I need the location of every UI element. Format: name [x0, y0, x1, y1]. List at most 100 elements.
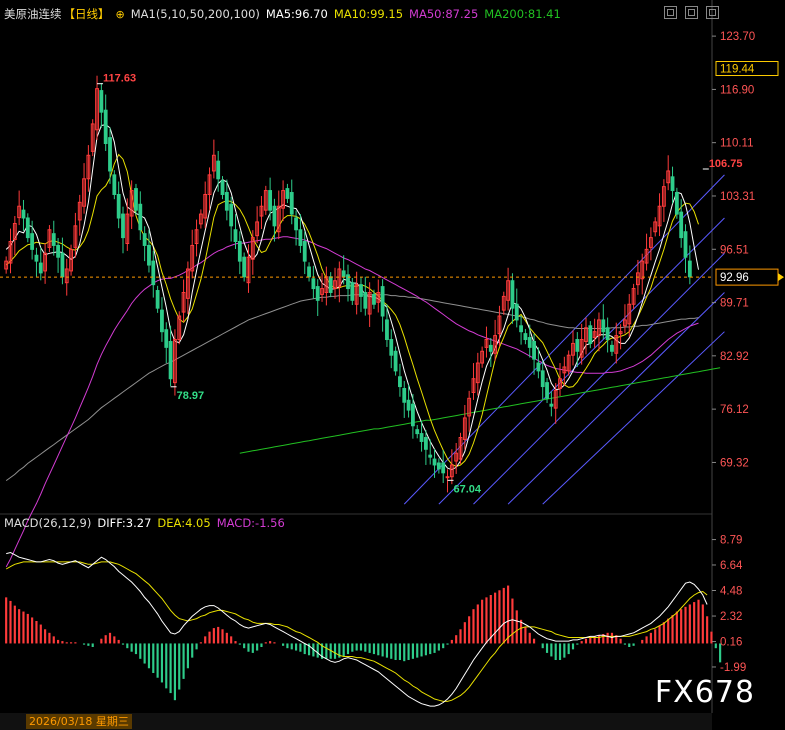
ma10-value: MA10:99.15	[333, 7, 404, 21]
candle-down	[302, 241, 307, 262]
ma200-value: MA200:81.41	[484, 7, 561, 21]
price-chart[interactable]: 117.63 78.97 67.04 106.75 123.70 116.90 110.1…	[0, 0, 785, 730]
candle-down	[601, 319, 606, 333]
candle-down	[34, 254, 39, 262]
candle-down	[410, 403, 415, 427]
window-buttons	[664, 6, 719, 19]
annotation-high1: 117.63	[103, 73, 136, 85]
period-label[interactable]: 【日线】	[64, 6, 110, 22]
candle-down	[687, 260, 692, 278]
candle-down	[385, 319, 389, 341]
price-tick-label: 76.12	[720, 404, 749, 416]
candle-down	[307, 266, 311, 278]
candle-down	[164, 329, 169, 348]
candle-down	[233, 229, 238, 243]
candle-down	[294, 217, 298, 231]
candle-down	[588, 325, 593, 344]
price-tick-label: 123.70	[720, 31, 755, 43]
candle-down	[30, 233, 35, 250]
macd-tick-label: 8.79	[720, 535, 742, 547]
price-tick-label: 82.92	[720, 351, 749, 363]
fullscreen-icon[interactable]	[685, 6, 698, 19]
annotation-low1: 78.97	[177, 390, 205, 402]
candle-down	[272, 205, 277, 227]
candle-down	[575, 339, 580, 352]
dea-line	[5, 561, 708, 702]
macd-header: MACD(26,12,9) DIFF:3.27 DEA:4.05 MACD:-1…	[4, 516, 285, 530]
candle-down	[116, 193, 121, 219]
ma200-line	[239, 367, 721, 454]
candle-down	[99, 90, 104, 113]
candle-down	[674, 192, 679, 215]
candle-down	[25, 217, 30, 239]
candle-down	[21, 209, 26, 219]
candle-down	[510, 280, 515, 309]
macd-tick-label: -1.99	[720, 662, 746, 674]
candle-down	[359, 284, 363, 297]
candle-down	[610, 344, 614, 352]
macd-label[interactable]: MACD(26,12,9)	[4, 516, 91, 530]
settings-icon[interactable]: ⊕	[116, 8, 125, 21]
candle-down	[298, 229, 303, 246]
candle-down	[103, 109, 108, 145]
candle-down	[229, 203, 234, 227]
watermark-logo: FX678	[654, 675, 755, 710]
annotation-low2: 67.04	[454, 483, 482, 495]
candle-down	[155, 290, 160, 309]
candle-down	[514, 303, 519, 321]
candle-down	[363, 291, 368, 309]
candle-down	[147, 244, 151, 266]
candle-down	[380, 286, 385, 317]
candle-down	[289, 192, 294, 215]
candle-down	[519, 325, 523, 333]
candle-down	[419, 433, 424, 442]
candle-down	[670, 176, 675, 192]
macd-diff: DIFF:3.27	[97, 516, 152, 530]
candle-down	[121, 213, 125, 239]
candle-up	[445, 476, 450, 479]
candle-down	[142, 233, 147, 246]
candle-down	[441, 462, 446, 474]
candle-down	[406, 399, 411, 411]
candle-down	[432, 458, 437, 466]
candle-down	[285, 188, 290, 199]
price-tick-label: 110.11	[720, 138, 753, 150]
candle-down	[540, 370, 545, 388]
ma5-value: MA5:96.70	[265, 7, 328, 21]
restore-icon[interactable]	[706, 6, 719, 19]
candle-down	[56, 244, 60, 258]
candle-down	[415, 429, 420, 435]
candle-down	[328, 276, 333, 293]
candle-down	[532, 340, 536, 360]
candle-down	[108, 137, 112, 172]
price-tick-label: 103.31	[720, 191, 755, 203]
candle-down	[268, 190, 273, 211]
candle-down	[536, 362, 541, 372]
price-tick-label: 89.71	[720, 298, 749, 310]
instrument-name[interactable]: 美原油连续	[4, 6, 62, 22]
price-tick-label: 96.51	[720, 244, 749, 256]
ma50-value: MA50:87.25	[409, 7, 479, 21]
candle-down	[138, 203, 143, 231]
candle-down	[683, 231, 688, 258]
macd-tick-label: 0.16	[720, 637, 742, 649]
candle-down	[60, 252, 65, 278]
last-price-label: 92.96	[720, 272, 749, 284]
candle-down	[134, 188, 138, 211]
annotation-high2: 106.75	[709, 158, 743, 170]
candle-down	[151, 260, 156, 286]
candle-down	[398, 376, 402, 388]
macd-value: MACD:-1.56	[216, 516, 285, 530]
candle-down	[315, 286, 320, 301]
candle-down	[402, 388, 407, 403]
candle-down	[428, 454, 433, 458]
candle-down	[112, 174, 117, 195]
price-badge-label: 119.44	[720, 64, 755, 76]
crosshair-date: 2026/03/18 星期三	[26, 714, 132, 729]
candle-down	[341, 270, 346, 278]
candle-down	[393, 350, 398, 372]
candle-down	[436, 462, 441, 470]
maximize-icon[interactable]	[664, 6, 677, 19]
candle-down	[237, 241, 242, 262]
price-tick-label: 116.90	[720, 84, 754, 96]
